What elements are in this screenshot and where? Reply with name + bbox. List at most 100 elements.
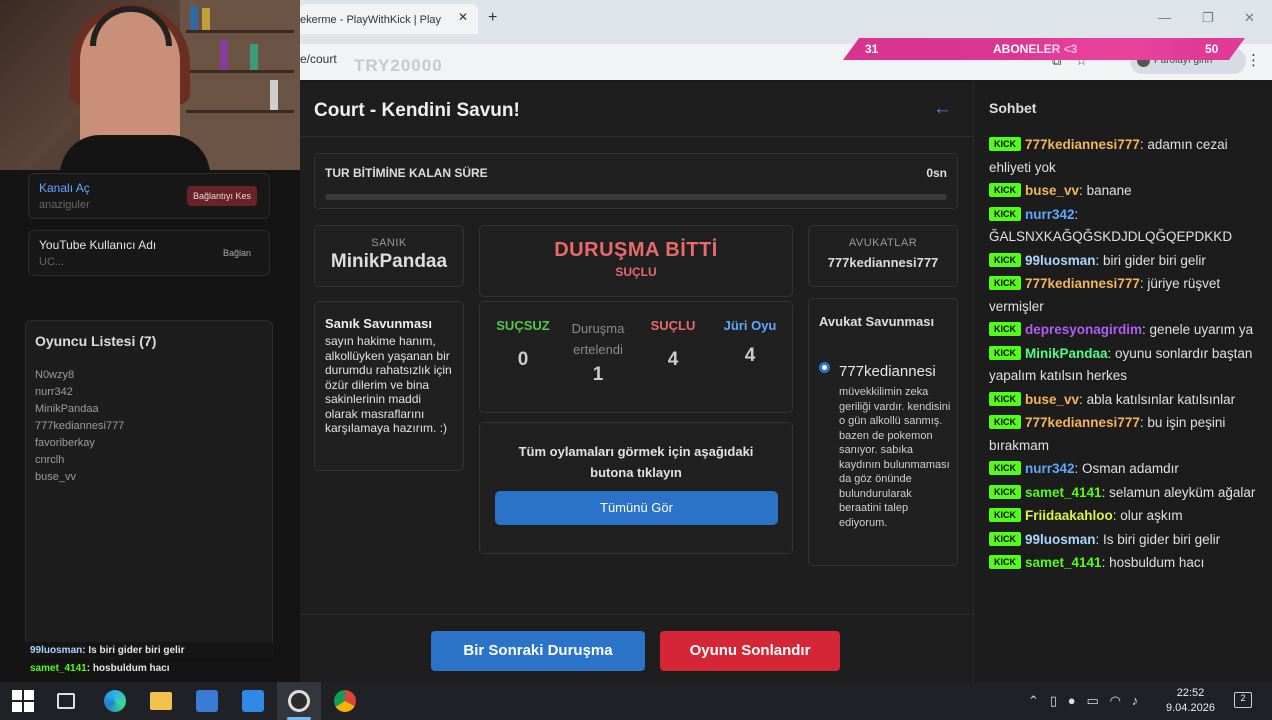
chat-message: KICK 99luosman: biri gider biri gelir	[989, 250, 1259, 273]
lawyer-radio[interactable]	[819, 362, 830, 373]
vote-count: 4	[667, 349, 679, 370]
chat-message: KICK 777kediannesi777: adamın cezai ehliy…	[989, 134, 1259, 179]
clock-date: 9.04.2026	[1166, 702, 1215, 714]
chat-text: ĞALSNXKAĞQĞSKDJDLQĞQEPDKKD	[989, 229, 1233, 244]
subscriber-goal-banner: 31 ABONELER <3 50	[843, 38, 1245, 60]
defendant-card: SANIK MinikPandaa	[314, 225, 464, 287]
chat-username[interactable]: 777kediannesi777	[1025, 137, 1140, 152]
player-list: Oyuncu Listesi (7) N0wzy8 nurr342 MinikP…	[25, 320, 273, 658]
player-item: buse_vv	[35, 471, 76, 483]
chat-username[interactable]: 777kediannesi777	[1025, 276, 1140, 291]
end-game-button[interactable]: Oyunu Sonlandır	[660, 631, 840, 671]
battery-icon[interactable]: ▭	[1086, 693, 1098, 708]
kick-badge: KICK	[989, 322, 1021, 336]
overlay-chat-user: 99luosman	[30, 645, 83, 656]
chat-separator: :	[1101, 484, 1110, 500]
microphone-icon[interactable]: ●	[1068, 693, 1076, 708]
kick-badge: KICK	[989, 415, 1021, 429]
store-icon[interactable]	[196, 690, 218, 712]
browser-menu-icon[interactable]: ⋮	[1246, 51, 1261, 69]
chat-message: KICK buse_vv: banane	[989, 180, 1259, 203]
maximize-button[interactable]: ❐	[1202, 10, 1214, 26]
kick-badge: KICK	[989, 531, 1021, 546]
chat-username[interactable]: 777kediannesi777	[1025, 415, 1140, 430]
disconnect-button[interactable]: Bağlantıyı Kes	[186, 186, 257, 206]
kick-badge: KICK	[989, 206, 1021, 221]
kick-badge: KICK	[989, 391, 1021, 406]
defense-text: sayın hakime hanım, alkollüyken yaşanan …	[325, 334, 452, 435]
chat-username[interactable]: samet_4141	[1025, 555, 1102, 570]
chat-text: genele uyarım ya	[1149, 322, 1254, 337]
chevron-up-icon[interactable]: ⌃	[1028, 693, 1039, 708]
volume-icon[interactable]: ♪	[1132, 693, 1139, 708]
chat-username[interactable]: 99luosman	[1025, 253, 1096, 268]
verdict-card: DURUŞMA BİTTİ SUÇLU	[479, 225, 793, 297]
chat-username[interactable]: nurr342	[1025, 461, 1075, 476]
back-arrow-icon[interactable]: ←	[933, 98, 952, 120]
tab-close-icon[interactable]: ✕	[458, 10, 468, 24]
chat-message: KICK depresyonagirdim: genele uyarım ya	[989, 319, 1259, 342]
chat-username[interactable]: 99luosman	[1025, 532, 1096, 547]
youtube-username-input[interactable]: UC...	[39, 256, 64, 268]
vote-guilty: SUÇLU 4	[638, 318, 708, 371]
system-tray: ⌃ ▯ ● ▭ ◠ ♪	[1028, 693, 1138, 709]
kick-badge: KICK	[989, 461, 1021, 475]
chat-separator: :	[1101, 555, 1110, 570]
chat-separator: :	[1074, 206, 1079, 222]
obs-icon[interactable]	[288, 690, 310, 712]
kick-channel-link[interactable]: Kanalı Aç	[39, 181, 90, 195]
vote-label: Jüri Oyu	[723, 318, 777, 333]
chat-username[interactable]: buse_vv	[1025, 183, 1079, 198]
taskbar-clock[interactable]: 22:52 9.04.2026	[1166, 686, 1215, 716]
minimize-button[interactable]: —	[1158, 10, 1171, 25]
bookshelf	[180, 0, 300, 170]
chat-username[interactable]: depresyonagirdim	[1025, 322, 1142, 337]
device-icon[interactable]: ▯	[1050, 693, 1057, 708]
browser-tab-bar: ekerme - PlayWithKick | Play ✕ + — ❐ ✕	[300, 0, 1272, 44]
chat-title: Sohbet	[989, 100, 1037, 116]
mail-icon[interactable]	[242, 690, 264, 712]
shirt	[60, 135, 210, 170]
chat-separator: :	[1074, 461, 1083, 476]
notification-icon[interactable]: 2	[1234, 692, 1252, 708]
file-explorer-icon[interactable]	[150, 692, 172, 710]
overlay-chat-line: 99luosman: Is biri gider biri gelir	[30, 645, 185, 656]
kick-badge: KICK	[989, 137, 1021, 151]
task-view-icon[interactable]	[57, 693, 75, 709]
chat-text: biri gider biri gelir	[1103, 252, 1206, 268]
kick-badge: KICK	[989, 555, 1021, 569]
chat-username[interactable]: nurr342	[1025, 207, 1075, 222]
chat-username[interactable]: buse_vv	[1025, 392, 1079, 407]
defense-title: Sanık Savunması	[325, 316, 432, 331]
see-all-button[interactable]: Tümünü Gör	[495, 491, 778, 525]
chat-text: hosbuldum hacı	[1109, 555, 1205, 570]
chat-message: KICK 777kediannesi777: bu işin peşini bır…	[989, 412, 1259, 457]
player-list-title: Oyuncu Listesi (7)	[35, 333, 157, 349]
wifi-icon[interactable]: ◠	[1110, 693, 1121, 708]
game-page: Court - Kendini Savun! ← TUR BİTİMİNE KA…	[300, 82, 1272, 682]
new-tab-button[interactable]: +	[488, 9, 497, 27]
sub-goal-title: ABONELER <3	[993, 42, 1078, 56]
chat-username[interactable]: samet_4141	[1025, 485, 1102, 500]
vote-jury: Jüri Oyu 4	[715, 318, 785, 367]
next-trial-button[interactable]: Bir Sonraki Duruşma	[431, 631, 645, 671]
chat-username[interactable]: MinikPandaa	[1025, 346, 1108, 361]
url-field[interactable]: e/court	[300, 52, 337, 66]
chat-separator: :	[1142, 322, 1150, 337]
browser-tab[interactable]: ekerme - PlayWithKick | Play	[300, 4, 478, 34]
start-icon[interactable]	[12, 690, 34, 712]
lawyer-name: 777kediannesi777	[827, 255, 939, 270]
timer-value: 0sn	[926, 166, 947, 180]
overlay-chat-text: : hosbuldum hacı	[86, 663, 170, 674]
chrome-icon[interactable]	[334, 690, 356, 712]
connect-button[interactable]: Bağlan	[217, 243, 257, 263]
overlay-chat-line: samet_4141: hosbuldum hacı	[30, 663, 170, 674]
edge-icon[interactable]	[104, 690, 126, 712]
chat-separator: :	[1079, 391, 1087, 407]
close-window-button[interactable]: ✕	[1244, 10, 1255, 26]
tab-title: ekerme - PlayWithKick | Play	[300, 14, 442, 26]
chat-text: abla katılsınlar katılsınlar	[1086, 391, 1236, 407]
lawyer-defense-card: Avukat Savunması 777kediannesi müvekkili…	[808, 298, 958, 566]
divider	[300, 614, 973, 615]
chat-username[interactable]: Friidaakahloo	[1025, 508, 1113, 523]
